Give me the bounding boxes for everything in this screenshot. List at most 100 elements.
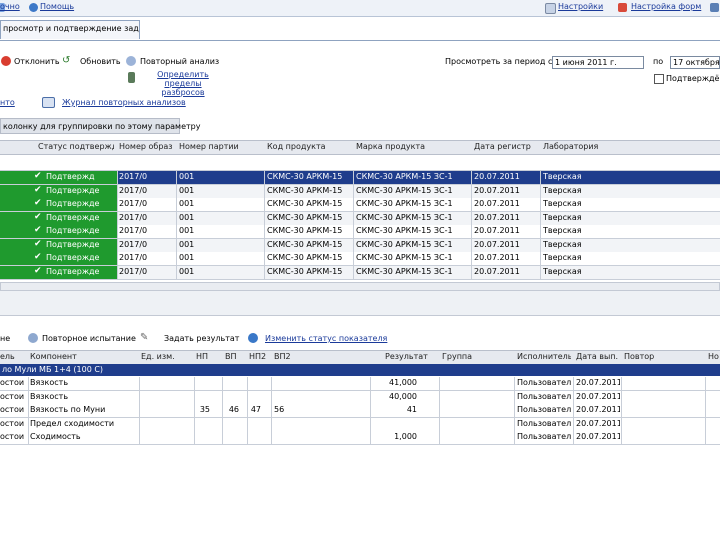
column-divider: [353, 252, 354, 265]
column-divider: [28, 417, 29, 431]
grid2-header: ель Компонент Ед. изм. НП ВП НП2 ВП2 Рез…: [0, 350, 720, 365]
group-label: ло Мули МБ 1+4 (100 С): [2, 365, 104, 374]
period-to-field[interactable]: 17 октября: [670, 56, 720, 69]
grid1-filter-row[interactable]: [0, 154, 720, 171]
confirmed-checkbox[interactable]: [654, 74, 664, 84]
cell-brand: СКМС-30 АРКМ-15 ЗС-1: [356, 253, 453, 262]
col2-executor[interactable]: Исполнитель: [517, 352, 571, 361]
top-bar: очно Помощь Настройки Настройка форм: [0, 0, 720, 17]
grid2-group-row[interactable]: ло Мули МБ 1+4 (100 С): [0, 364, 720, 376]
cell-brand: СКМС-30 АРКМ-15 ЗС-1: [356, 266, 453, 276]
col-batch[interactable]: Номер партии: [179, 142, 261, 151]
cell-batch: 001: [179, 185, 195, 195]
grid1-row[interactable]: ✔ Подтвержде 2017/0 001 СКМС-30 АРКМ-15 СКМС-…: [0, 265, 720, 280]
column-divider: [573, 431, 574, 444]
col2-a[interactable]: ель: [0, 352, 25, 361]
col2-np2[interactable]: НП2: [249, 352, 269, 361]
cell-brand: СКМС-30 АРКМ-15 ЗС-1: [356, 172, 453, 181]
status-cell: ✔ Подтвержде: [0, 184, 117, 198]
col-status[interactable]: Статус подтвержд: [38, 142, 114, 151]
column-divider: [139, 390, 140, 404]
repeat-analysis-button[interactable]: Повторный анализ: [140, 57, 219, 66]
col2-date[interactable]: Дата вып.: [576, 352, 620, 361]
cell-batch: 001: [179, 172, 195, 181]
status-text: Подтвержде: [46, 266, 100, 276]
grid1-row[interactable]: ✔ Подтвержде 2017/0 001 СКМС-30 АРКМ-15 СКМС-…: [0, 252, 720, 266]
confirmed-label: Подтверждённ: [666, 74, 720, 83]
cell2-vp: 46: [228, 405, 239, 414]
journal-link[interactable]: Журнал повторных анализов: [62, 98, 186, 107]
col-lab[interactable]: Лаборатория: [543, 142, 623, 151]
reject-button[interactable]: Отклонить: [14, 57, 60, 66]
col2-no[interactable]: Но: [708, 352, 720, 361]
cell-code: СКМС-30 АРКМ-15: [267, 266, 343, 276]
grid2-row[interactable]: остои Сходимость 1,000 Пользователь 20.07.20…: [0, 431, 720, 445]
grid1-header: Статус подтвержд Номер образ Номер парти…: [0, 140, 720, 155]
grid1-row[interactable]: ✔ Подтвержде 2017/0 001 СКМС-30 АРКМ-15 СКМС-…: [0, 211, 720, 226]
bottom-ne-label[interactable]: не: [0, 334, 10, 343]
col2-group[interactable]: Группа: [442, 352, 512, 361]
col2-vp[interactable]: ВП: [225, 352, 245, 361]
column-divider: [271, 377, 272, 390]
help-link[interactable]: Помощь: [40, 2, 74, 11]
column-divider: [353, 184, 354, 198]
column-divider: [370, 377, 371, 390]
column-divider: [471, 184, 472, 198]
col-date[interactable]: Дата регистр: [474, 142, 538, 151]
splitter[interactable]: [0, 290, 720, 316]
cell2-vp2: 56: [274, 405, 285, 414]
check-icon: ✔: [34, 211, 42, 222]
column-divider: [514, 404, 515, 417]
cell2-comp: Вязкость по Муни: [30, 405, 106, 414]
col-brand[interactable]: Марка продукта: [356, 142, 468, 151]
top-link[interactable]: очно: [0, 2, 20, 11]
column-divider: [471, 171, 472, 184]
cell2-date: 20.07.2011: [576, 405, 620, 414]
column-divider: [540, 171, 541, 184]
column-divider: [705, 404, 706, 417]
refresh-button[interactable]: Обновить: [80, 57, 121, 66]
grid1-row[interactable]: ✔ Подтвержд 2017/0 001 СКМС-30 АРКМ-15 СКМС-3…: [0, 171, 720, 185]
column-divider: [176, 252, 177, 265]
grid1-row[interactable]: ✔ Подтвержде 2017/0 001 СКМС-30 АРКМ-15 СКМС-…: [0, 184, 720, 199]
status-cell: ✔ Подтвержде: [0, 211, 117, 225]
change-status-icon: [248, 333, 258, 343]
column-divider: [514, 377, 515, 390]
col2-result[interactable]: Результат: [385, 352, 435, 361]
col2-unit[interactable]: Ед. изм.: [141, 352, 191, 361]
column-divider: [514, 431, 515, 444]
cell2-comp: Сходимость: [30, 432, 81, 441]
column-divider: [264, 198, 265, 211]
grid2-row[interactable]: остои Предел сходимости Пользователь 20.07.…: [0, 417, 720, 432]
col-sample[interactable]: Номер образ: [119, 142, 174, 151]
period-from-field[interactable]: 1 июня 2011 г.: [552, 56, 644, 69]
repeat-test-button[interactable]: Повторное испытание: [42, 334, 136, 343]
grid1-row[interactable]: ✔ Подтвержде 2017/0 001 СКМС-30 АРКМ-15 СКМС-…: [0, 238, 720, 253]
column-divider: [271, 404, 272, 417]
tab-review[interactable]: просмотр и подтверждение заданий: [0, 20, 140, 39]
column-divider: [264, 238, 265, 252]
cell2-a: остои: [0, 418, 25, 428]
grid2-row[interactable]: остои Вязкость 40,000 Пользователь 20.07.201…: [0, 390, 720, 405]
settings-link[interactable]: Настройки: [558, 2, 603, 11]
grid2-row[interactable]: остои Вязкость по Муни 35 46 47 56 41 Пользоват…: [0, 404, 720, 418]
cell2-date: 20.07.2011: [576, 391, 620, 401]
column-divider: [222, 377, 223, 390]
grid1-row[interactable]: ✔ Подтвержде 2017/0 001 СКМС-30 АРКМ-15 СКМС-…: [0, 198, 720, 212]
col2-vp2[interactable]: ВП2: [274, 352, 369, 361]
grid2-row[interactable]: остои Вязкость 41,000 Пользователь 20.07.201…: [0, 377, 720, 391]
cell2-a: остои: [0, 378, 25, 387]
change-status-link[interactable]: Изменить статус показателя: [265, 334, 387, 343]
col-code[interactable]: Код продукта: [267, 142, 351, 151]
cell2-date: 20.07.2011: [576, 432, 620, 441]
form-settings-link[interactable]: Настройка форм: [631, 2, 701, 11]
window-icon[interactable]: [710, 3, 719, 12]
col2-np[interactable]: НП: [196, 352, 220, 361]
nto-link[interactable]: нто: [0, 98, 15, 107]
col2-component[interactable]: Компонент: [30, 352, 135, 361]
grid1-row[interactable]: ✔ Подтвержде 2017/0 001 СКМС-30 АРКМ-15 СКМС-…: [0, 225, 720, 239]
column-divider: [117, 211, 118, 225]
define-ranges-link[interactable]: Определить пределы разбросов: [143, 70, 223, 97]
set-result-button[interactable]: Задать результат: [164, 334, 239, 343]
col2-repeat[interactable]: Повтор: [624, 352, 704, 361]
